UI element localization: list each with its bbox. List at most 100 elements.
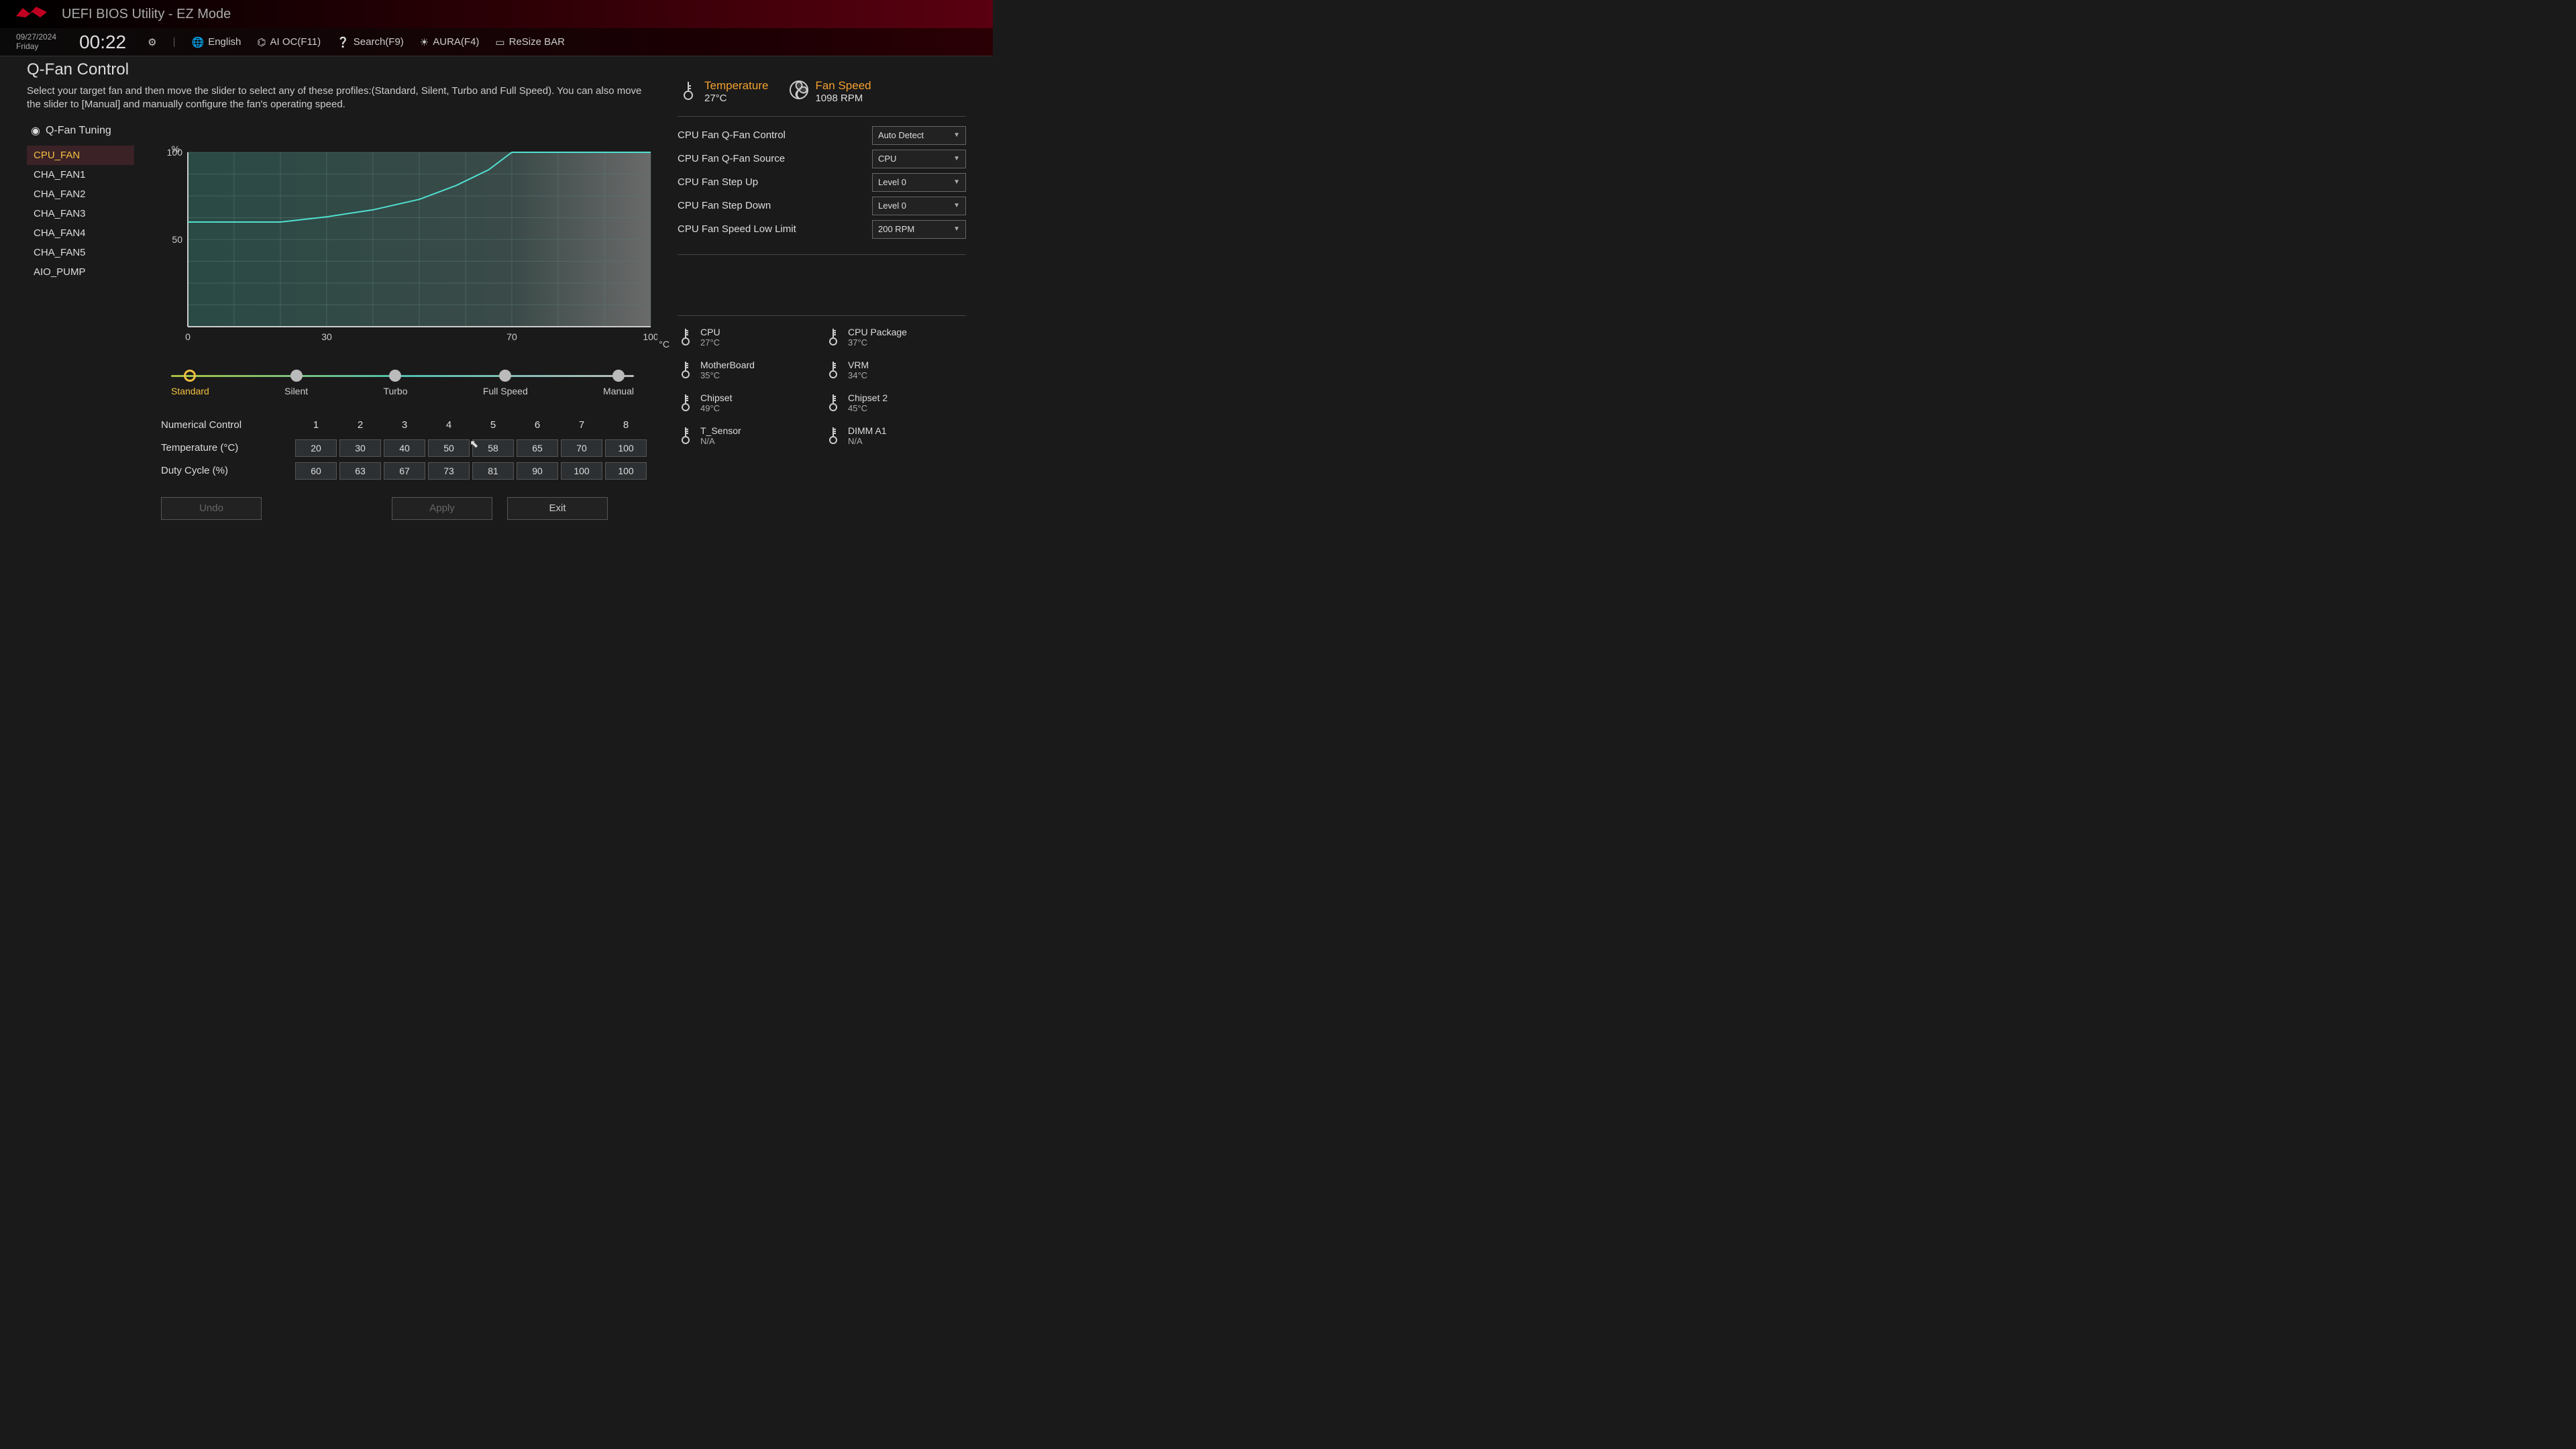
sensor-name: T_Sensor bbox=[700, 425, 741, 436]
page-description: Select your target fan and then move the… bbox=[27, 85, 651, 112]
svg-text:%: % bbox=[172, 146, 180, 154]
fan-item-cha_fan2[interactable]: CHA_FAN2 bbox=[27, 184, 134, 204]
sensor-name: Chipset 2 bbox=[848, 392, 888, 403]
chevron-down-icon: ▼ bbox=[953, 131, 960, 139]
language-label: English bbox=[208, 36, 241, 48]
profile-turbo[interactable]: Turbo bbox=[383, 370, 407, 396]
fan-speed-status: Fan Speed 1098 RPM bbox=[788, 79, 871, 104]
qfan-tuning-button[interactable]: ◉ Q-Fan Tuning bbox=[31, 124, 657, 138]
temperature-cell[interactable]: 65 bbox=[517, 439, 558, 457]
col-head: 7 bbox=[561, 419, 602, 431]
sensor-value: N/A bbox=[848, 436, 887, 446]
sensor-t_sensor: T_SensorN/A bbox=[678, 425, 818, 446]
sensor-value: 27°C bbox=[700, 337, 720, 347]
thermometer-icon bbox=[678, 327, 694, 345]
ai-oc-button[interactable]: ⌬AI OC(F11) bbox=[257, 36, 321, 48]
config-row: CPU Fan Q-Fan Source CPU▼ bbox=[678, 147, 966, 170]
config-label: CPU Fan Step Up bbox=[678, 176, 758, 188]
duty-cell[interactable]: 67 bbox=[384, 462, 425, 480]
temperature-cell[interactable]: 30 bbox=[339, 439, 381, 457]
fan-item-cha_fan3[interactable]: CHA_FAN3 bbox=[27, 204, 134, 223]
fan-item-cha_fan5[interactable]: CHA_FAN5 bbox=[27, 243, 134, 262]
temperature-cell[interactable]: 20 bbox=[295, 439, 337, 457]
duty-cell[interactable]: 81 bbox=[472, 462, 514, 480]
duty-cell[interactable]: 63 bbox=[339, 462, 381, 480]
thermometer-icon bbox=[678, 392, 694, 411]
fan-item-cha_fan1[interactable]: CHA_FAN1 bbox=[27, 165, 134, 184]
aura-button[interactable]: ☀AURA(F4) bbox=[420, 36, 480, 48]
sensor-name: CPU bbox=[700, 327, 720, 337]
profile-standard[interactable]: Standard bbox=[171, 370, 209, 396]
duty-cell[interactable]: 100 bbox=[605, 462, 647, 480]
sensor-value: 45°C bbox=[848, 403, 888, 413]
config-select[interactable]: Level 0▼ bbox=[872, 173, 966, 192]
col-head: 4 bbox=[428, 419, 470, 431]
slider-dot-icon bbox=[290, 370, 303, 382]
resize-bar-button[interactable]: ▭ReSize BAR bbox=[495, 36, 565, 48]
gear-icon: ⚙ bbox=[148, 36, 156, 48]
fan-item-cpu_fan[interactable]: CPU_FAN bbox=[27, 146, 134, 165]
select-value: Level 0 bbox=[878, 177, 906, 187]
config-select[interactable]: Level 0▼ bbox=[872, 197, 966, 215]
app-title: UEFI BIOS Utility - EZ Mode bbox=[62, 7, 231, 22]
x-axis-unit: °C bbox=[659, 339, 669, 350]
duty-cell[interactable]: 100 bbox=[561, 462, 602, 480]
config-select[interactable]: Auto Detect▼ bbox=[872, 126, 966, 145]
thermometer-icon bbox=[825, 425, 841, 444]
slider-dot-icon bbox=[389, 370, 401, 382]
duty-cell[interactable]: 73 bbox=[428, 462, 470, 480]
sensor-name: CPU Package bbox=[848, 327, 907, 337]
undo-button[interactable]: Undo bbox=[161, 497, 262, 520]
ai-oc-label: AI OC(F11) bbox=[270, 36, 321, 48]
temperature-cell[interactable]: 100 bbox=[605, 439, 647, 457]
page-title: Q-Fan Control bbox=[27, 60, 657, 79]
globe-icon: 🌐 bbox=[192, 36, 205, 48]
profile-silent[interactable]: Silent bbox=[284, 370, 308, 396]
question-icon: ❔ bbox=[337, 36, 350, 48]
sensor-chipset: Chipset49°C bbox=[678, 392, 818, 413]
svg-text:0: 0 bbox=[185, 331, 191, 342]
fan-curve-chart[interactable]: 5010003070100% °C StandardSilentTurboFul… bbox=[141, 146, 651, 520]
thermometer-icon bbox=[678, 360, 694, 378]
sensor-name: Chipset bbox=[700, 392, 732, 403]
temperature-value: 27°C bbox=[704, 93, 768, 104]
config-panel: CPU Fan Q-Fan Control Auto Detect▼CPU Fa… bbox=[678, 116, 966, 255]
col-head: 3 bbox=[384, 419, 425, 431]
toolbar: 09/27/2024 Friday 00:22 ⚙ | 🌐English ⌬AI… bbox=[0, 28, 993, 56]
search-button[interactable]: ❔Search(F9) bbox=[337, 36, 404, 48]
duty-cell[interactable]: 90 bbox=[517, 462, 558, 480]
clock-text: 00:22 bbox=[79, 32, 126, 53]
apply-button[interactable]: Apply bbox=[392, 497, 492, 520]
svg-text:30: 30 bbox=[321, 331, 332, 342]
select-value: Level 0 bbox=[878, 201, 906, 211]
exit-button[interactable]: Exit bbox=[507, 497, 608, 520]
profile-slider[interactable]: Standard Silent Turbo Full Speed Manual bbox=[171, 370, 634, 396]
svg-text:70: 70 bbox=[506, 331, 517, 342]
profile-label: Turbo bbox=[383, 386, 407, 396]
config-select[interactable]: 200 RPM▼ bbox=[872, 220, 966, 239]
sensor-value: 49°C bbox=[700, 403, 732, 413]
temperature-cell[interactable]: 58 bbox=[472, 439, 514, 457]
language-menu[interactable]: 🌐English bbox=[192, 36, 241, 48]
thermometer-icon bbox=[678, 425, 694, 444]
rog-logo-icon bbox=[13, 4, 50, 24]
settings-button[interactable]: ⚙ bbox=[148, 36, 156, 48]
sensor-value: 35°C bbox=[700, 370, 755, 380]
temperature-cell[interactable]: 70 bbox=[561, 439, 602, 457]
select-value: 200 RPM bbox=[878, 224, 914, 234]
temperature-cell[interactable]: 50 bbox=[428, 439, 470, 457]
config-select[interactable]: CPU▼ bbox=[872, 150, 966, 168]
profile-full-speed[interactable]: Full Speed bbox=[483, 370, 528, 396]
profile-manual[interactable]: Manual bbox=[603, 370, 634, 396]
fan-item-cha_fan4[interactable]: CHA_FAN4 bbox=[27, 223, 134, 243]
date-block: 09/27/2024 Friday bbox=[16, 33, 56, 50]
sun-icon: ☀ bbox=[420, 36, 429, 48]
fan-item-aio_pump[interactable]: AIO_PUMP bbox=[27, 262, 134, 282]
temperature-cell[interactable]: 40 bbox=[384, 439, 425, 457]
date-text: 09/27/2024 bbox=[16, 33, 56, 42]
chart-svg: 5010003070100% bbox=[161, 146, 657, 347]
bar-icon: ▭ bbox=[495, 36, 504, 48]
config-row: CPU Fan Step Up Level 0▼ bbox=[678, 170, 966, 194]
duty-cell[interactable]: 60 bbox=[295, 462, 337, 480]
profile-label: Silent bbox=[284, 386, 308, 396]
